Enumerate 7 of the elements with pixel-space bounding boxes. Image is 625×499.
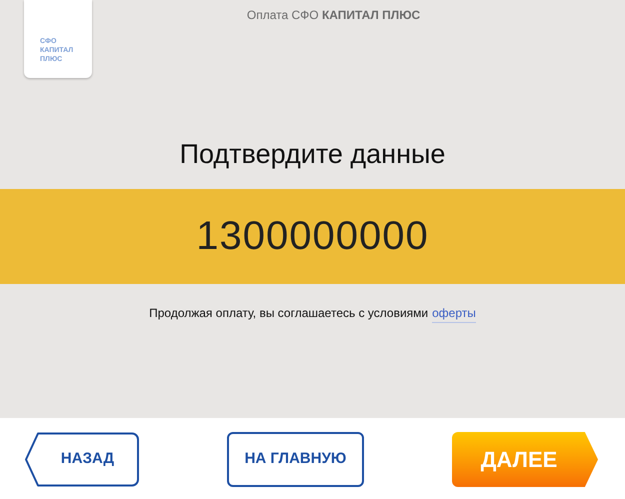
amount-value: 1300000000 xyxy=(196,213,429,260)
home-button[interactable]: НА ГЛАВНУЮ xyxy=(227,432,364,487)
heading: Подтвердите данные xyxy=(180,138,446,171)
back-button[interactable]: НАЗАД xyxy=(24,432,139,487)
header-title: Оплата СФО КАПИТАЛ ПЛЮС xyxy=(246,7,420,24)
offer-link[interactable]: оферты xyxy=(432,304,476,322)
agreement-text: Продолжая оплату, вы соглашаетесь с условиями xyxy=(149,304,428,322)
